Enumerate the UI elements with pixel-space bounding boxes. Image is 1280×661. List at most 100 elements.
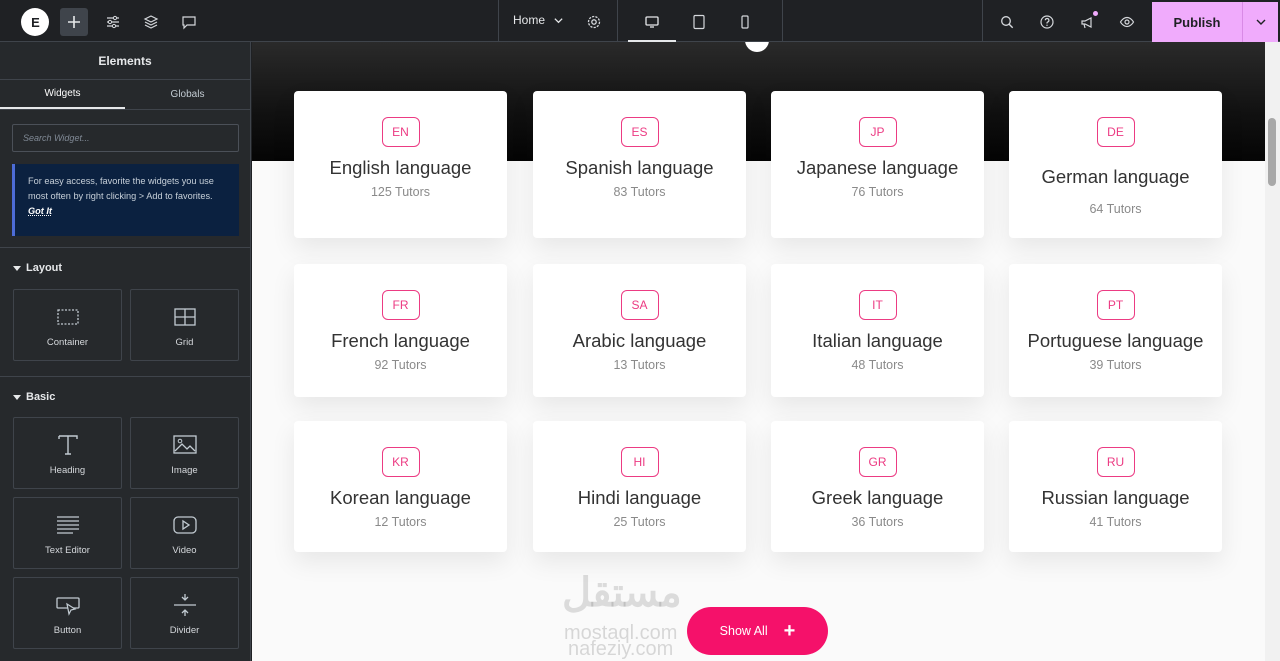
tab-widgets[interactable]: Widgets <box>0 80 125 109</box>
show-all-label: Show All <box>719 624 768 638</box>
chevron-down-icon <box>1256 19 1265 25</box>
language-code-badge: DE <box>1096 117 1135 147</box>
mobile-icon <box>741 15 749 29</box>
language-name: Spanish language <box>565 157 714 178</box>
favorites-tip: For easy access, favorite the widgets yo… <box>12 164 239 236</box>
show-all-button[interactable]: Show All + <box>687 607 828 655</box>
widget-button[interactable]: Button <box>13 577 122 649</box>
tutor-count: 48 Tutors <box>851 358 904 372</box>
divider <box>0 247 251 248</box>
add-element-button[interactable] <box>60 8 88 36</box>
language-name: German language <box>1041 166 1190 187</box>
watermark-arabic: مستقل <box>562 571 683 615</box>
language-card[interactable]: JP Japanese language 76 Tutors <box>771 91 984 238</box>
language-name: Portuguese language <box>1027 330 1204 351</box>
site-settings-button[interactable] <box>99 8 127 36</box>
language-name: Russian language <box>1041 487 1190 508</box>
tab-globals[interactable]: Globals <box>125 80 250 109</box>
widget-video[interactable]: Video <box>130 497 239 569</box>
language-code-badge: KR <box>381 447 420 477</box>
eye-icon <box>1119 16 1135 28</box>
text-editor-icon <box>56 516 79 534</box>
comments-button[interactable] <box>175 8 203 36</box>
scrollbar-thumb[interactable] <box>1268 118 1276 186</box>
widget-heading[interactable]: Heading <box>13 417 122 489</box>
widget-label: Video <box>172 545 197 556</box>
page-settings-button[interactable] <box>580 8 608 36</box>
mobile-view-button[interactable] <box>731 8 759 36</box>
elementor-logo-icon[interactable]: E <box>21 8 49 36</box>
widget-label: Divider <box>169 625 200 636</box>
tutor-count: 36 Tutors <box>851 515 904 529</box>
language-name: Hindi language <box>577 487 702 508</box>
caret-down-icon <box>13 394 21 400</box>
button-icon <box>55 597 80 616</box>
language-card[interactable]: PT Portuguese language 39 Tutors <box>1009 264 1222 397</box>
desktop-icon <box>645 16 659 28</box>
language-name: Korean language <box>330 487 471 508</box>
layers-icon <box>143 15 159 29</box>
category-basic[interactable]: Basic <box>13 391 55 403</box>
divider-icon <box>173 594 196 616</box>
tablet-view-button[interactable] <box>685 8 713 36</box>
language-name: French language <box>331 330 470 351</box>
widget-divider[interactable]: Divider <box>130 577 239 649</box>
language-card[interactable]: GR Greek language 36 Tutors <box>771 421 984 552</box>
category-layout[interactable]: Layout <box>13 262 62 274</box>
language-card[interactable]: EN English language 125 Tutors <box>294 91 507 238</box>
language-name: Greek language <box>811 487 944 508</box>
image-icon <box>172 435 197 454</box>
tutor-count: 76 Tutors <box>851 185 904 199</box>
tutor-count: 92 Tutors <box>374 358 427 372</box>
language-name: Italian language <box>812 330 943 351</box>
panel-tabs: Widgets Globals <box>0 80 250 110</box>
tutor-count: 13 Tutors <box>613 358 666 372</box>
top-bar: E Home Publish <box>0 0 1280 42</box>
language-card[interactable]: IT Italian language 48 Tutors <box>771 264 984 397</box>
comment-icon <box>182 16 196 30</box>
tutor-count: 39 Tutors <box>1089 358 1142 372</box>
divider <box>498 0 499 42</box>
heading-icon <box>57 435 78 455</box>
plus-icon: + <box>783 620 796 642</box>
tablet-icon <box>693 14 705 30</box>
language-card[interactable]: ES Spanish language 83 Tutors <box>533 91 746 238</box>
tutor-count: 41 Tutors <box>1089 515 1142 529</box>
widget-text-editor[interactable]: Text Editor <box>13 497 122 569</box>
chevron-down-icon <box>554 17 563 23</box>
language-card[interactable]: SA Arabic language 13 Tutors <box>533 264 746 397</box>
preview-button[interactable] <box>1113 8 1141 36</box>
sliders-icon <box>107 15 119 29</box>
tutor-count: 64 Tutors <box>1089 202 1142 216</box>
widget-container[interactable]: Container <box>13 289 122 361</box>
finder-button[interactable] <box>993 8 1021 36</box>
widget-image[interactable]: Image <box>130 417 239 489</box>
tutor-count: 125 Tutors <box>370 185 431 199</box>
language-card[interactable]: DE German language 64 Tutors <box>1009 91 1222 238</box>
language-card[interactable]: KR Korean language 12 Tutors <box>294 421 507 552</box>
got-it-link[interactable]: Got It <box>28 206 52 216</box>
widget-grid[interactable]: Grid <box>130 289 239 361</box>
language-card[interactable]: HI Hindi language 25 Tutors <box>533 421 746 552</box>
help-button[interactable] <box>1033 8 1061 36</box>
language-name: English language <box>329 157 472 178</box>
elements-panel: Elements Widgets Globals Search Widget..… <box>0 42 251 661</box>
page-selector[interactable]: Home <box>513 13 564 27</box>
divider <box>0 376 251 377</box>
publish-button[interactable]: Publish <box>1152 2 1242 42</box>
help-icon <box>1040 15 1054 29</box>
language-code-badge: SA <box>620 290 659 320</box>
search-widget-input[interactable]: Search Widget... <box>12 124 239 152</box>
language-card[interactable]: FR French language 92 Tutors <box>294 264 507 397</box>
watermark-line-2: nafeziy.com <box>568 638 674 660</box>
widget-label: Text Editor <box>45 545 90 556</box>
megaphone-icon <box>1081 17 1092 29</box>
language-card[interactable]: RU Russian language 41 Tutors <box>1009 421 1222 552</box>
language-name: Japanese language <box>796 157 959 178</box>
publish-options-button[interactable] <box>1242 2 1278 42</box>
search-icon <box>1001 16 1014 29</box>
language-name: Arabic language <box>572 330 707 351</box>
desktop-view-button[interactable] <box>638 8 666 36</box>
structure-button[interactable] <box>137 8 165 36</box>
grid-icon <box>173 308 196 326</box>
